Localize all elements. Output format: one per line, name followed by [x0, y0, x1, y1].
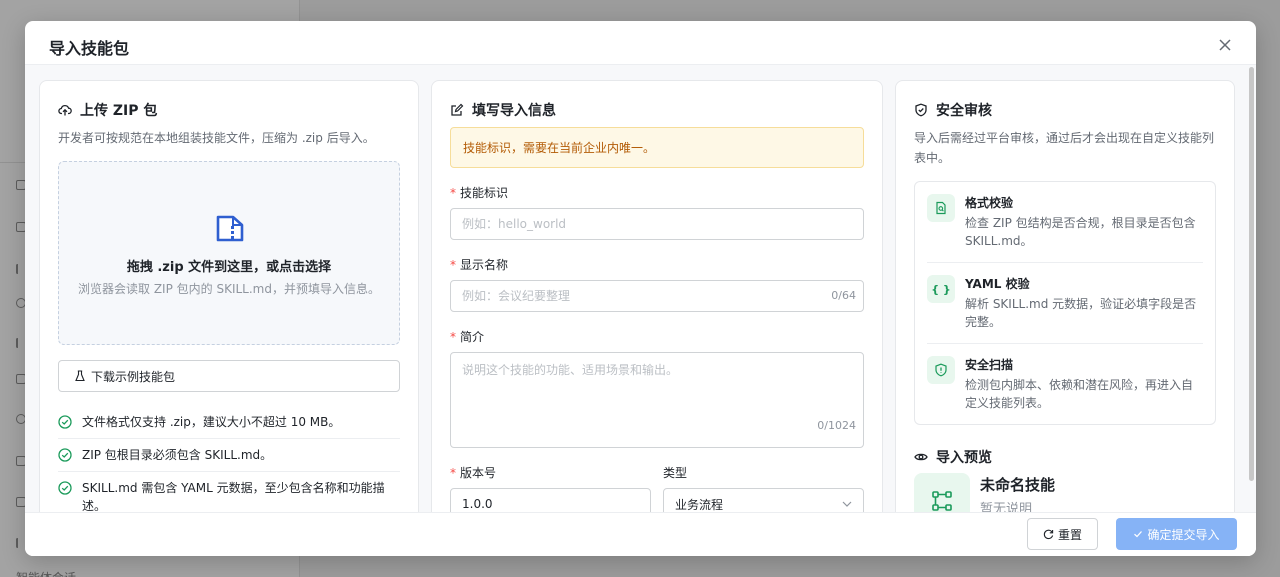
check-circle-icon	[58, 481, 72, 495]
cloud-upload-icon	[58, 104, 72, 116]
modal-title: 导入技能包	[49, 39, 130, 58]
reset-label: 重置	[1057, 527, 1082, 542]
type-label: 类型	[663, 466, 688, 480]
check-circle-icon	[58, 448, 72, 462]
form-panel-title: 填写导入信息	[450, 100, 556, 120]
close-icon[interactable]	[1218, 38, 1232, 52]
list-item: SKILL.md 需包含 YAML 元数据，至少包含名称和功能描述。	[58, 472, 400, 512]
upload-panel-title: 上传 ZIP 包	[58, 100, 157, 120]
dropzone-title: 拖拽 .zip 文件到这里，或点击选择	[126, 260, 332, 275]
chevron-down-icon	[842, 501, 852, 507]
preview-skill-desc: 暂无说明	[980, 502, 1033, 512]
zip-dropzone[interactable]: 拖拽 .zip 文件到这里，或点击选择 浏览器会读取 ZIP 包内的 SKILL…	[58, 161, 400, 345]
submit-label: 确定提交导入	[1147, 527, 1220, 542]
download-sample-button[interactable]: 下载示例技能包	[58, 360, 400, 392]
check-title: 格式校验	[965, 196, 1014, 210]
display-name-label: * 显示名称	[450, 258, 509, 272]
review-checks-list: 格式校验 检查 ZIP 包结构是否合规，根目录是否包含 SKILL.md。 { …	[914, 181, 1216, 425]
import-form-panel: 填写导入信息 技能标识，需要在当前企业内唯一。 *技能标识 *显示名称 0/64…	[431, 80, 883, 512]
background-nav-icon	[16, 338, 19, 348]
edit-square-icon	[451, 103, 464, 116]
shield-check-icon	[915, 103, 927, 117]
check-title: 安全扫描	[965, 358, 1014, 372]
refresh-icon	[1043, 529, 1054, 539]
review-title-label: 安全审核	[936, 103, 992, 119]
check-desc: 检查 ZIP 包结构是否合规，根目录是否包含 SKILL.md。	[965, 216, 1196, 248]
rule-text: ZIP 包根目录必须包含 SKILL.md。	[82, 448, 273, 462]
modal-footer: 重置 确定提交导入	[25, 512, 1256, 556]
flask-icon	[75, 370, 85, 382]
skill-id-notice: 技能标识，需要在当前企业内唯一。	[450, 127, 864, 168]
list-item: 格式校验 检查 ZIP 包结构是否合规，根目录是否包含 SKILL.md。	[927, 182, 1203, 263]
background-nav-icon	[16, 538, 19, 548]
submit-import-button[interactable]: 确定提交导入	[1116, 518, 1237, 550]
type-select[interactable]: 业务流程	[663, 488, 864, 512]
display-name-input[interactable]	[450, 280, 864, 312]
type-select-value: 业务流程	[675, 497, 724, 512]
preview-title: 导入预览	[914, 447, 992, 467]
list-item: 安全扫描 检测包内脚本、依赖和潜在风险，再进入自定义技能列表。	[927, 344, 1203, 425]
check-title: YAML 校验	[965, 277, 1030, 291]
display-name-counter: 0/64	[831, 289, 856, 302]
background-nav-label: 智能体会话	[16, 569, 76, 577]
security-review-panel: 安全审核 导入后需经过平台审核，通过后才会出现在自定义技能列表中。 格式校验 检…	[895, 80, 1235, 512]
form-title-label: 填写导入信息	[472, 103, 556, 119]
braces-icon: { }	[927, 275, 955, 303]
reset-button[interactable]: 重置	[1027, 518, 1098, 550]
skill-id-input[interactable]	[450, 208, 864, 240]
eye-icon	[914, 453, 928, 461]
workflow-icon	[914, 473, 970, 512]
skill-id-label: * 技能标识	[450, 186, 509, 200]
rule-text: 文件格式仅支持 .zip，建议大小不超过 10 MB。	[82, 415, 341, 429]
upload-rules-list: 文件格式仅支持 .zip，建议大小不超过 10 MB。 ZIP 包根目录必须包含…	[58, 406, 400, 512]
modal-scrollbar[interactable]	[1249, 67, 1254, 510]
preview-title-label: 导入预览	[936, 450, 992, 466]
background-nav-icon	[16, 264, 19, 274]
upload-title-label: 上传 ZIP 包	[80, 103, 158, 119]
modal-header: 导入技能包	[25, 21, 1256, 65]
preview-skill-name: 未命名技能	[980, 476, 1056, 494]
check-icon	[1134, 531, 1143, 538]
check-desc: 检测包内脚本、依赖和潜在风险，再进入自定义技能列表。	[965, 378, 1194, 410]
review-desc: 导入后需经过平台审核，通过后才会出现在自定义技能列表中。	[914, 131, 1215, 165]
review-panel-title: 安全审核	[914, 100, 992, 120]
list-item: 文件格式仅支持 .zip，建议大小不超过 10 MB。	[58, 406, 400, 439]
upload-panel: 上传 ZIP 包 开发者可按规范在本地组装技能文件，压缩为 .zip 后导入。 …	[39, 80, 419, 512]
intro-label: * 简介	[450, 330, 485, 344]
list-item: ZIP 包根目录必须包含 SKILL.md。	[58, 439, 400, 472]
intro-counter: 0/1024	[817, 419, 856, 432]
intro-textarea[interactable]	[450, 352, 864, 448]
upload-desc: 开发者可按规范在本地组装技能文件，压缩为 .zip 后导入。	[58, 131, 375, 145]
list-item: { } YAML 校验 解析 SKILL.md 元数据，验证必填字段是否完整。	[927, 263, 1203, 344]
preview-card: 未命名技能 暂无说明	[914, 473, 1216, 512]
file-check-icon	[927, 194, 955, 222]
dropzone-subtitle: 浏览器会读取 ZIP 包内的 SKILL.md，并预填导入信息。	[78, 282, 380, 296]
download-sample-label: 下载示例技能包	[91, 369, 176, 384]
zip-file-icon	[216, 215, 244, 242]
import-skill-modal: 导入技能包 上传 ZIP 包 开发者可按规范在本地组装技能文件，压缩为 .zip…	[25, 21, 1256, 556]
shield-alert-icon	[927, 356, 955, 384]
version-input[interactable]	[450, 488, 651, 512]
check-circle-icon	[58, 415, 72, 429]
modal-body: 上传 ZIP 包 开发者可按规范在本地组装技能文件，压缩为 .zip 后导入。 …	[25, 65, 1256, 512]
check-desc: 解析 SKILL.md 元数据，验证必填字段是否完整。	[965, 297, 1197, 329]
scrollbar-thumb[interactable]	[1249, 67, 1254, 481]
rule-text: SKILL.md 需包含 YAML 元数据，至少包含名称和功能描述。	[82, 481, 385, 512]
version-label: * 版本号	[450, 466, 497, 480]
